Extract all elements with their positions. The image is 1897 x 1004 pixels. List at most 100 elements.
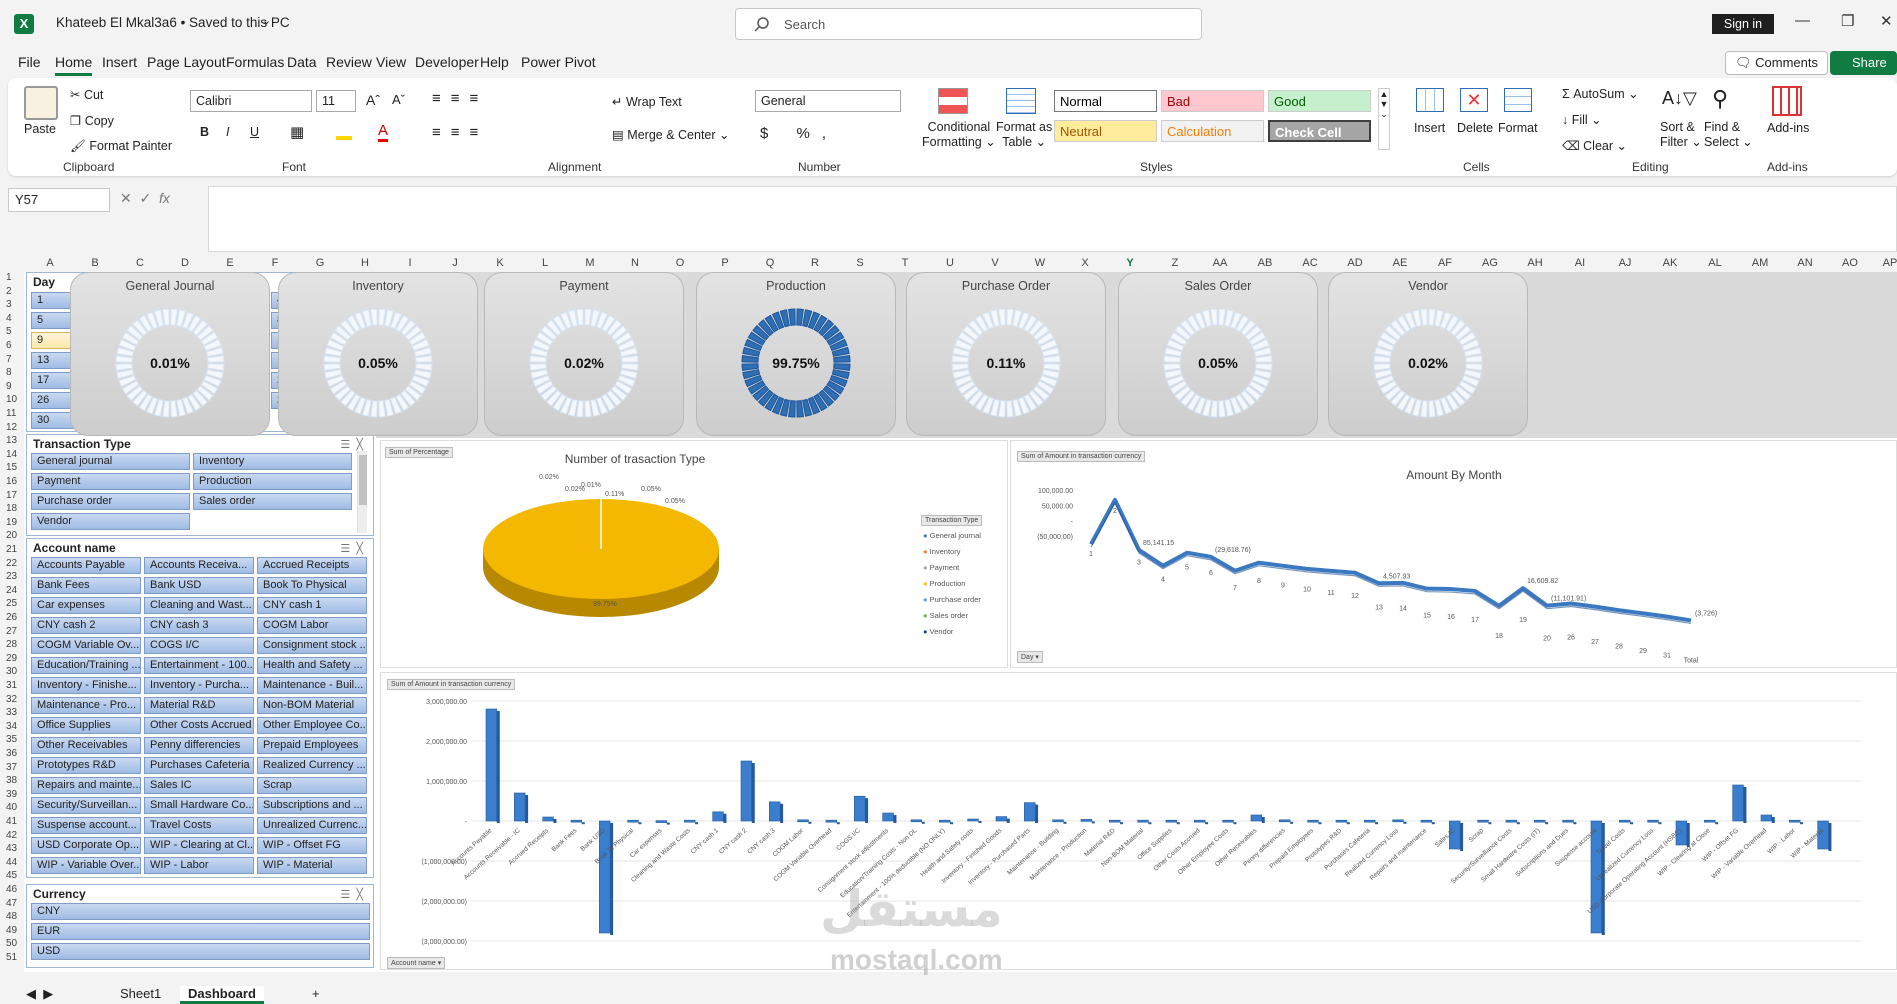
font-size-select[interactable]: 11 [316,90,356,112]
menu-tab-help[interactable]: Help [480,54,509,70]
column-header[interactable]: AC [1302,257,1317,269]
pie-legend-item[interactable]: ● Inventory [923,547,960,556]
row-header[interactable]: 19 [6,517,17,528]
slicer-item[interactable]: Bank Fees [31,577,141,594]
row-header[interactable]: 47 [6,898,17,909]
column-header[interactable]: G [316,257,325,269]
row-header[interactable]: 31 [6,680,17,691]
format-cells-icon[interactable] [1504,88,1532,112]
slicer-item[interactable]: WIP - Variable Over... [31,857,141,874]
name-box[interactable]: Y57 [8,188,110,212]
fill-color-icon[interactable] [336,126,352,140]
slicer-item[interactable]: USD [31,943,370,960]
sort-filter-button[interactable]: Sort & Filter ⌄ [1660,120,1702,149]
slicer-item[interactable]: Production [193,473,352,490]
clear-button[interactable]: ⌫ Clear ⌄ [1562,138,1627,153]
slicer-item[interactable]: WIP - Offset FG [257,837,367,854]
row-header[interactable]: 45 [6,870,17,881]
slicer-item[interactable]: Book To Physical [257,577,367,594]
row-header[interactable]: 16 [6,476,17,487]
column-header[interactable]: AO [1842,257,1858,269]
formula-input[interactable] [208,186,1897,252]
cell-style-bad[interactable]: Bad [1161,90,1264,112]
row-header[interactable]: 30 [6,666,17,677]
bold-button[interactable]: B [200,125,209,139]
row-header[interactable]: 49 [6,925,17,936]
row-header[interactable]: 29 [6,653,17,664]
horizontal-align-icons[interactable]: ≡≡≡ [432,124,488,141]
font-name-select[interactable]: Calibri [190,90,312,112]
kpi-card-production[interactable]: Production 99.75% [696,272,896,436]
row-header[interactable]: 44 [6,857,17,868]
borders-icon[interactable]: ▦ [290,123,304,141]
format-painter-button[interactable]: 🖌 Format Painter [70,139,172,154]
column-header[interactable]: B [91,257,98,269]
slicer-filter-icons[interactable]: ☰ ╳ [340,888,363,901]
column-header[interactable]: AH [1527,257,1542,269]
column-header[interactable]: AJ [1619,257,1632,269]
slicer-item[interactable]: Prepaid Employees [257,737,367,754]
slicer-item[interactable]: Inventory - Purcha... [144,677,254,694]
underline-button[interactable]: U [250,125,259,139]
pie-legend-tag[interactable]: Transaction Type [921,515,983,526]
column-header[interactable]: V [991,257,998,269]
column-header[interactable]: AE [1393,257,1408,269]
paste-button[interactable]: Paste [24,122,56,136]
row-header[interactable]: 14 [6,449,17,460]
slicer-item[interactable]: Maintenance - Pro... [31,697,141,714]
line-axis-tag[interactable]: Day ▾ [1017,651,1043,663]
slicer-filter-icons[interactable]: ☰ ╳ [340,542,363,555]
bar-axis-tag[interactable]: Account name ▾ [387,957,446,969]
column-header[interactable]: P [721,257,728,269]
column-header[interactable]: D [181,257,189,269]
column-header[interactable]: W [1035,257,1045,269]
row-header[interactable]: 48 [6,911,17,922]
italic-button[interactable]: I [226,125,229,139]
slicer-item[interactable]: CNY cash 3 [144,617,254,634]
slicer-item[interactable]: Non-BOM Material [257,697,367,714]
row-header[interactable]: 6 [6,340,12,351]
column-header[interactable]: Z [1172,257,1179,269]
slicer-item[interactable]: Travel Costs [144,817,254,834]
slicer-item[interactable]: COGS I/C [144,637,254,654]
column-header[interactable]: K [496,257,503,269]
slicer-item[interactable]: Payment [31,473,190,490]
delete-cells-icon[interactable]: ✕ [1460,88,1488,112]
pie-legend-item[interactable]: ● Vendor [923,627,953,636]
column-header[interactable]: AB [1258,257,1273,269]
pie-field-tag[interactable]: Sum of Percentage [385,447,453,458]
column-header[interactable]: J [452,257,458,269]
menu-tab-review[interactable]: Review [326,54,372,70]
slicer-item[interactable]: Sales IC [144,777,254,794]
merge-center-button[interactable]: ▤ Merge & Center ⌄ [612,127,729,142]
bar-chart-panel[interactable]: Sum of Amount in transaction currency 3,… [380,672,1897,970]
kpi-card-vendor[interactable]: Vendor 0.02% [1328,272,1528,436]
slicer-item[interactable]: Other Costs Accrued [144,717,254,734]
sheet-tab[interactable]: Sheet1 [120,986,161,1001]
row-header[interactable]: 40 [6,802,17,813]
menu-tab-page-layout[interactable]: Page Layout [147,54,226,70]
sort-filter-icon[interactable]: A↓▽ [1662,88,1697,109]
decrease-font-icon[interactable]: Aˇ [392,92,405,107]
row-header[interactable]: 9 [6,381,12,392]
slicer-item[interactable]: CNY cash 2 [31,617,141,634]
row-header[interactable]: 39 [6,789,17,800]
slicer-item[interactable]: Prototypes R&D [31,757,141,774]
column-header[interactable]: AD [1347,257,1362,269]
column-header[interactable]: N [631,257,639,269]
row-header[interactable]: 1 [6,272,12,283]
menu-tab-developer[interactable]: Developer [415,54,479,70]
number-format-icons[interactable]: $ %, [760,125,838,142]
row-header[interactable]: 21 [6,544,17,555]
column-header[interactable]: S [856,257,863,269]
column-header[interactable]: AG [1482,257,1498,269]
column-header[interactable]: A [46,257,53,269]
signin-button[interactable]: Sign in [1712,14,1774,34]
column-header[interactable]: T [902,257,909,269]
row-header[interactable]: 37 [6,762,17,773]
menu-tab-insert[interactable]: Insert [102,54,137,70]
cell-style-normal[interactable]: Normal [1054,90,1157,112]
slicer-item[interactable]: Inventory - Finishe... [31,677,141,694]
column-header[interactable]: AA [1213,257,1228,269]
slicer-item[interactable]: Education/Training ... [31,657,141,674]
